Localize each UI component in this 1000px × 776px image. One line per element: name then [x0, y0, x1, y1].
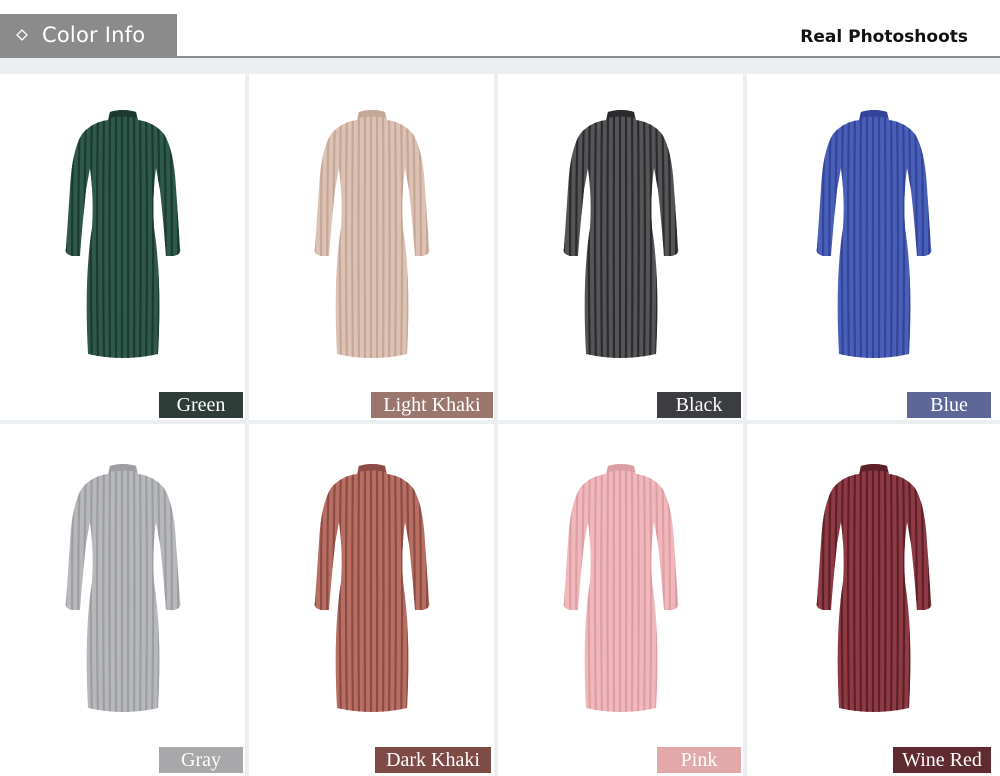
dress-dark-khaki-image — [314, 464, 429, 712]
dress-light-khaki-image — [314, 110, 429, 358]
subtitle: Real Photoshoots — [800, 27, 968, 47]
color-card-blue[interactable]: Blue — [747, 74, 1000, 420]
color-card-black[interactable]: Black — [498, 74, 743, 420]
dress-green-image — [65, 110, 180, 358]
dress-black-image — [563, 110, 678, 358]
color-label: Wine Red — [893, 747, 991, 773]
dress-blue-image — [816, 110, 931, 358]
color-label: Pink — [657, 747, 741, 773]
color-label: Blue — [907, 392, 991, 418]
color-label: Green — [159, 392, 243, 418]
dress-wine-red-image — [816, 464, 931, 712]
diamond-icon — [16, 29, 28, 41]
color-label: Light Khaki — [371, 392, 493, 418]
color-label: Dark Khaki — [375, 747, 491, 773]
dress-gray-image — [65, 464, 180, 712]
tab-title: Color Info — [42, 23, 146, 47]
color-label: Black — [657, 392, 741, 418]
header-bar: Color Info Real Photoshoots — [0, 0, 1000, 58]
color-label: Gray — [159, 747, 243, 773]
color-card-light-khaki[interactable]: Light Khaki — [249, 74, 494, 420]
color-card-dark-khaki[interactable]: Dark Khaki — [249, 424, 494, 776]
header-divider — [0, 56, 1000, 58]
color-info-page: Color Info Real Photoshoots Green Light … — [0, 0, 1000, 776]
dress-pink-image — [563, 464, 678, 712]
color-card-pink[interactable]: Pink — [498, 424, 743, 776]
color-info-tab: Color Info — [0, 14, 177, 56]
color-card-gray[interactable]: Gray — [0, 424, 245, 776]
color-card-wine-red[interactable]: Wine Red — [747, 424, 1000, 776]
color-card-green[interactable]: Green — [0, 74, 245, 420]
